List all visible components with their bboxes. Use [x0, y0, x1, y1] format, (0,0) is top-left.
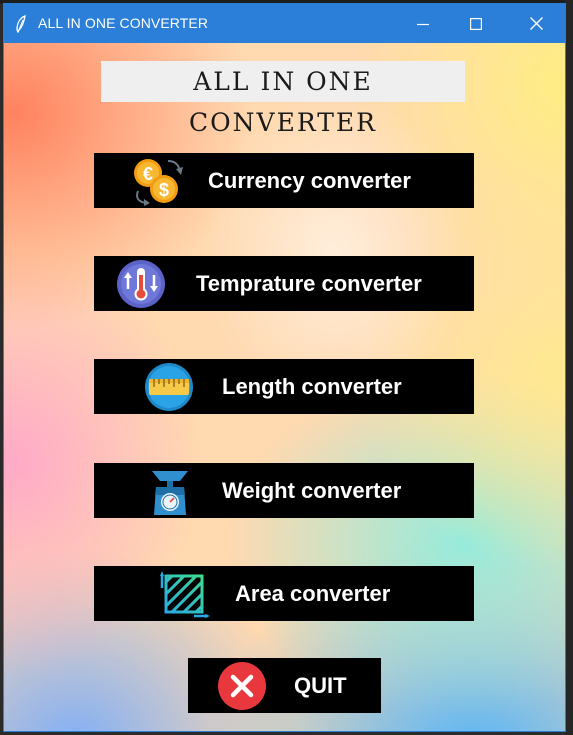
app-content: ALL IN ONE CONVERTER € $ Currency conver…: [4, 43, 565, 731]
close-circle-icon: [218, 662, 266, 710]
currency-converter-button[interactable]: € $ Currency converter: [94, 153, 474, 208]
close-button[interactable]: [507, 4, 565, 43]
currency-exchange-icon: € $: [134, 159, 183, 206]
weighing-scale-icon: [152, 471, 188, 515]
page-title: ALL IN ONE CONVERTER: [101, 61, 465, 137]
maximize-icon: [470, 17, 482, 30]
window-title: ALL IN ONE CONVERTER: [38, 15, 209, 31]
weight-converter-label: Weight converter: [222, 478, 402, 503]
app-window: ALL IN ONE CONVERTER ALL IN ONE CONVERTE…: [3, 3, 566, 732]
length-converter-label: Length converter: [222, 374, 402, 399]
title-bar[interactable]: ALL IN ONE CONVERTER: [4, 4, 565, 43]
feather-icon: [16, 15, 26, 33]
weight-converter-button[interactable]: Weight converter: [94, 463, 474, 518]
maximize-button[interactable]: [447, 4, 505, 43]
minimize-button[interactable]: [394, 4, 452, 43]
temperature-converter-label: Temprature converter: [196, 271, 422, 296]
minimize-icon: [417, 23, 429, 25]
currency-converter-label: Currency converter: [208, 168, 411, 193]
ruler-icon: [145, 363, 193, 411]
background-strip-right: [565, 0, 573, 735]
area-icon: [160, 571, 210, 618]
svg-text:€: €: [143, 164, 153, 184]
area-converter-label: Area converter: [235, 581, 391, 606]
svg-text:$: $: [159, 180, 169, 200]
length-converter-button[interactable]: Length converter: [94, 359, 474, 414]
area-converter-button[interactable]: Area converter: [94, 566, 474, 621]
temperature-converter-button[interactable]: Temprature converter: [94, 256, 474, 311]
quit-button[interactable]: QUIT: [188, 658, 381, 713]
close-icon: [529, 17, 543, 30]
thermometer-icon: [117, 260, 165, 308]
quit-label: QUIT: [294, 673, 347, 698]
